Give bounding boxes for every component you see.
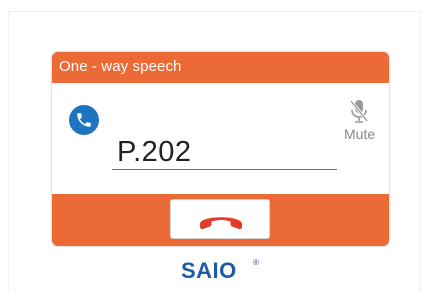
- mute-label: Mute: [344, 126, 376, 142]
- microphone-muted-icon: [349, 100, 369, 123]
- page: One - way speech P.202 Mute SAIO ®: [0, 0, 430, 291]
- brand-logo: SAIO: [181, 258, 237, 283]
- registered-mark: ®: [253, 258, 259, 267]
- dialog-footer: [52, 194, 389, 246]
- dialog-content: P.202 Mute: [52, 83, 389, 194]
- dialog-title: One - way speech: [59, 58, 182, 75]
- dialog-titlebar: One - way speech: [52, 52, 389, 83]
- phone-icon: [69, 105, 99, 135]
- phone-glyph-icon: [77, 113, 91, 127]
- mute-button[interactable]: Mute: [337, 97, 387, 147]
- caller-id: P.202: [117, 136, 192, 168]
- intercom-dialog: One - way speech P.202 Mute: [51, 51, 390, 247]
- hangup-button[interactable]: [170, 199, 270, 239]
- caller-underline: [112, 169, 337, 170]
- phone-hangup-icon: [200, 217, 242, 230]
